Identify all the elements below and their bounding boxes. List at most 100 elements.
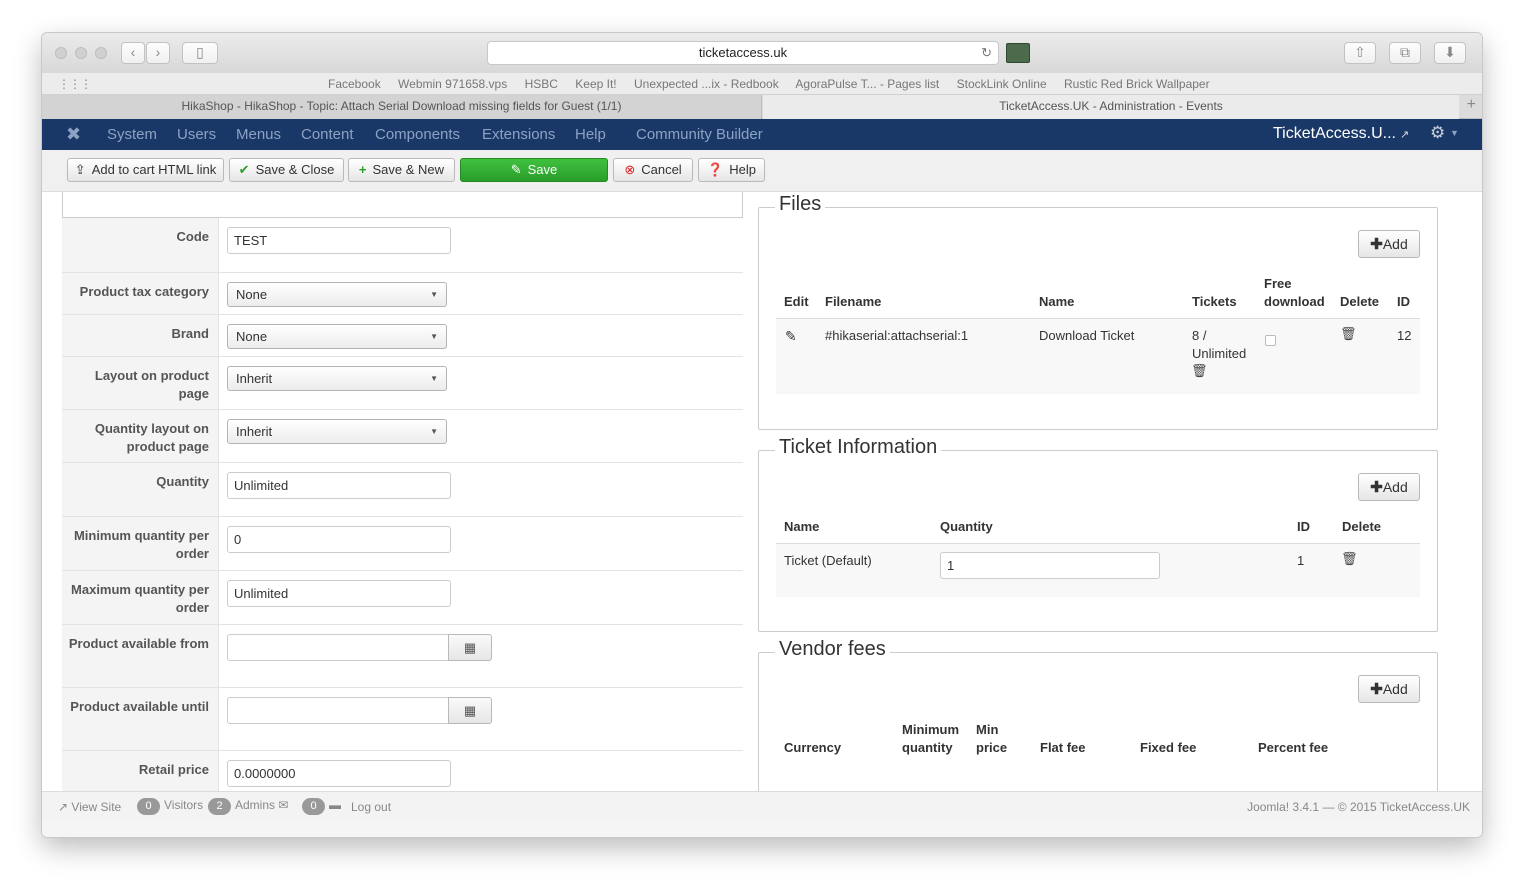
url-text: ticketaccess.uk	[698, 45, 788, 60]
browser-tab[interactable]: HikaShop - HikaShop - Topic: Attach Seri…	[42, 95, 762, 119]
calendar-button[interactable]: ▦	[448, 634, 492, 661]
sidebar-toggle-button[interactable]: ▯	[182, 42, 218, 64]
max-quantity-input[interactable]: Unlimited	[227, 580, 451, 607]
plus-icon: ✚	[1370, 236, 1383, 253]
vendor-fees-legend: Vendor fees	[775, 638, 890, 661]
share-button[interactable]: ⇧	[1344, 42, 1376, 64]
tax-category-select[interactable]: None ▼	[227, 282, 447, 307]
site-link[interactable]: TicketAccess.U... ↗	[1273, 125, 1409, 143]
window-bottom	[42, 821, 1482, 837]
nav-extensions[interactable]: Extensions	[482, 126, 555, 143]
select-value: Inherit	[236, 371, 273, 386]
bookmark-item[interactable]: Unexpected ...ix - Redbook	[634, 77, 779, 91]
action-toolbar: ⇪ Add to cart HTML link ✔ Save & Close + Sa…	[42, 150, 1482, 192]
new-tab-icon[interactable]: +	[1467, 96, 1476, 114]
save-new-button[interactable]: + Save & New	[348, 158, 455, 182]
ticket-quantity-input[interactable]: 1	[940, 552, 1160, 579]
quantity-input[interactable]: Unlimited	[227, 472, 451, 499]
help-button[interactable]: ❓ Help	[698, 158, 765, 182]
gear-icon[interactable]: ⚙	[1430, 123, 1445, 143]
bookmark-item[interactable]: AgoraPulse T... - Pages list	[795, 77, 939, 91]
calendar-button[interactable]: ▦	[448, 697, 492, 724]
back-button[interactable]: ‹	[121, 42, 145, 64]
retail-price-input[interactable]: 0.0000000	[227, 760, 451, 787]
address-bar[interactable]: ticketaccess.uk ↻	[487, 41, 999, 65]
close-window-button[interactable]	[55, 47, 67, 59]
save-close-button[interactable]: ✔ Save & Close	[229, 158, 344, 182]
bookmark-item[interactable]: StockLink Online	[957, 77, 1047, 91]
nav-help[interactable]: Help	[575, 126, 606, 143]
min-quantity-row: Minimum quantity per order 0	[62, 517, 743, 571]
bookmark-item[interactable]: Rustic Red Brick Wallpaper	[1064, 77, 1210, 91]
add-to-cart-html-link-button[interactable]: ⇪ Add to cart HTML link	[67, 158, 224, 182]
minimize-window-button[interactable]	[75, 47, 87, 59]
chevron-down-icon: ▼	[430, 374, 438, 383]
messages-badge: 0	[302, 798, 325, 815]
visitors-link[interactable]: 0 Visitors	[137, 798, 203, 815]
nav-community-builder[interactable]: Community Builder	[636, 126, 763, 143]
delete-file-icon[interactable]: 🗑	[1340, 326, 1357, 342]
view-site-link[interactable]: ↗ View Site	[58, 800, 121, 814]
admins-badge: 2	[208, 798, 231, 815]
nav-system[interactable]: System	[107, 126, 157, 143]
add-file-button[interactable]: ✚Add	[1358, 230, 1420, 258]
show-tabs-button[interactable]: ⧉	[1389, 42, 1421, 64]
available-until-row: Product available until ▦	[62, 688, 743, 751]
status-bar: ↗ View Site 0 Visitors 2 Admins ✉ 0 ▬ Log o…	[42, 791, 1482, 821]
bookmarks-bar: ⋮⋮⋮ Facebook Webmin 971658.vps HSBC Keep…	[42, 73, 1482, 95]
brand-select[interactable]: None ▼	[227, 324, 447, 349]
forward-button[interactable]: ›	[146, 42, 170, 64]
nav-menus[interactable]: Menus	[236, 126, 281, 143]
calendar-icon: ▦	[463, 703, 477, 718]
minus-icon: ▬	[329, 798, 341, 812]
edit-icon: ✎	[510, 162, 522, 177]
trash-icon[interactable]: 🗑	[1191, 363, 1208, 379]
pencil-icon[interactable]: ✎	[785, 327, 797, 345]
browser-tab-active[interactable]: TicketAccess.UK - Administration - Event…	[763, 95, 1459, 119]
bookmark-item[interactable]: Webmin 971658.vps	[398, 77, 507, 91]
extension-icon[interactable]	[1006, 43, 1030, 63]
messages-link[interactable]: 0 ▬	[302, 798, 341, 815]
admins-link[interactable]: 2 Admins ✉	[208, 798, 288, 815]
visitors-badge: 0	[137, 798, 160, 815]
available-until-input[interactable]	[227, 697, 449, 724]
downloads-button[interactable]: ⬇	[1434, 42, 1466, 64]
visitors-label: Visitors	[164, 798, 204, 812]
grid-icon[interactable]: ⋮⋮⋮	[58, 77, 92, 91]
layout-select[interactable]: Inherit ▼	[227, 366, 447, 391]
bookmark-item[interactable]: HSBC	[525, 77, 558, 91]
col-edit: Edit	[784, 294, 809, 309]
available-from-input[interactable]	[227, 634, 449, 661]
max-quantity-label: Maximum quantity per order	[62, 571, 219, 624]
bookmark-item[interactable]: Facebook	[328, 77, 381, 91]
zoom-window-button[interactable]	[95, 47, 107, 59]
ticket-information-fieldset: Ticket Information ✚Add Name Quantity ID…	[758, 436, 1438, 632]
logout-link[interactable]: Log out	[351, 800, 391, 814]
chevron-right-icon: ›	[155, 44, 161, 60]
bookmark-item[interactable]: Keep It!	[575, 77, 616, 91]
add-vendor-fee-button[interactable]: ✚Add	[1358, 675, 1420, 703]
quantity-layout-row: Quantity layout on product page Inherit ▼	[62, 410, 743, 463]
tabs-icon: ⧉	[1400, 44, 1410, 60]
button-label: Save & New	[372, 162, 445, 177]
col-filename: Filename	[825, 294, 882, 309]
code-input[interactable]: TEST	[227, 227, 451, 254]
quantity-row: Quantity Unlimited	[62, 463, 743, 517]
min-quantity-input[interactable]: 0	[227, 526, 451, 553]
reload-icon[interactable]: ↻	[981, 42, 992, 64]
save-button[interactable]: ✎ Save	[460, 158, 608, 182]
add-ticket-button[interactable]: ✚Add	[1358, 473, 1420, 501]
button-label: Save	[527, 162, 558, 177]
ticket-name: Ticket (Default)	[784, 553, 872, 568]
col-min-price: Min price	[976, 722, 1008, 755]
cancel-button[interactable]: ⊗ Cancel	[613, 158, 693, 182]
available-from-row: Product available from ▦	[62, 625, 743, 688]
nav-content[interactable]: Content	[301, 126, 354, 143]
free-download-checkbox[interactable]	[1265, 335, 1276, 346]
delete-ticket-icon[interactable]: 🗑	[1341, 551, 1358, 567]
nav-users[interactable]: Users	[177, 126, 216, 143]
nav-components[interactable]: Components	[375, 126, 460, 143]
quantity-layout-select[interactable]: Inherit ▼	[227, 419, 447, 444]
joomla-logo-icon[interactable]: ✖	[66, 124, 81, 145]
col-ticket-delete: Delete	[1342, 519, 1382, 534]
